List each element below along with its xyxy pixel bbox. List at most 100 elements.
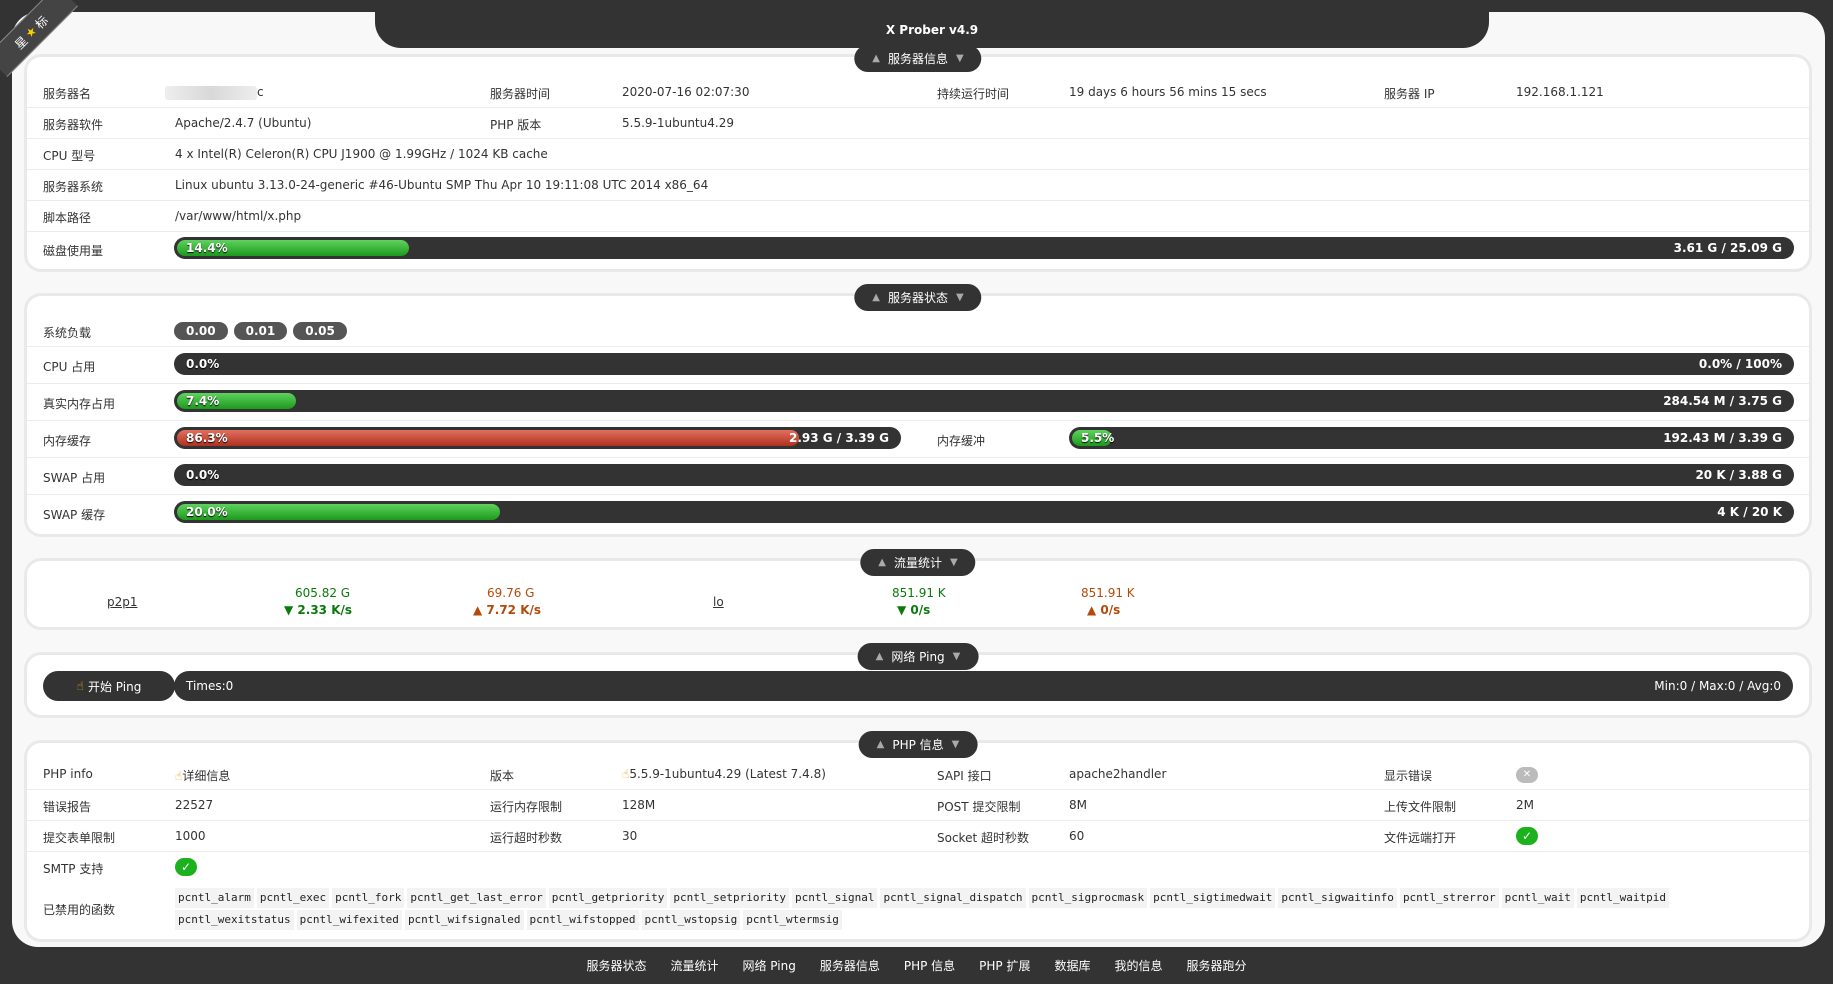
network-header[interactable]: ▲ 流量统计 ▼ xyxy=(860,549,976,576)
collapse-down-icon[interactable]: ▼ xyxy=(956,53,964,64)
disabled-function: pcntl_wifsignaled xyxy=(404,910,524,930)
ping-result-bar: Times:0 Min:0 / Max:0 / Avg:0 xyxy=(174,671,1793,701)
disabled-function: pcntl_sigprocmask xyxy=(1028,888,1148,908)
check-icon: ✓ xyxy=(1516,827,1538,845)
collapse-down-icon[interactable]: ▼ xyxy=(950,557,958,568)
cpu-model-label: CPU 型号 xyxy=(43,149,96,163)
cpu-usage-bar: 0.0% 0.0% / 100% xyxy=(174,353,1794,375)
collapse-down-icon[interactable]: ▼ xyxy=(956,292,964,303)
disabled-functions-list: pcntl_alarm pcntl_exec pcntl_fork pcntl_get… xyxy=(175,887,1793,931)
bottom-nav-link[interactable]: PHP 信息 xyxy=(892,953,967,977)
cpu-usage-pct: 0.0% xyxy=(186,357,220,371)
php-row-3: 提交表单限制 1000 运行超时秒数 30 Socket 超时秒数 60 文件远… xyxy=(27,821,1809,852)
collapse-up-icon[interactable]: ▲ xyxy=(872,53,880,64)
info-row-1: 服务器名 c 服务器时间 2020-07-16 02:07:30 持续运行时间 … xyxy=(27,77,1809,108)
mem-cache-fill xyxy=(177,430,800,446)
os-label: 服务器系统 xyxy=(43,180,104,194)
upload-max-value: 2M xyxy=(1516,798,1534,812)
start-ping-label: 开始 Ping xyxy=(87,679,142,694)
display-errors-label: 显示错误 xyxy=(1384,769,1433,783)
server-name-label: 服务器名 xyxy=(43,87,92,101)
network-card: ▲ 流量统计 ▼ p2p1 605.82 G ▼ 2.33 K/s 69.76 … xyxy=(27,549,1809,627)
php-info-header[interactable]: ▲ PHP 信息 ▼ xyxy=(858,731,978,758)
script-path-label: 脚本路径 xyxy=(43,211,92,225)
server-info-card: ▲ 服务器信息 ▼ 服务器名 c 服务器时间 2020-07-16 02:07:… xyxy=(27,45,1809,269)
disabled-function: pcntl_setpriority xyxy=(670,888,789,908)
phpinfo-link[interactable]: ☝详细信息 xyxy=(175,767,230,784)
disabled-function: pcntl_wifstopped xyxy=(526,910,639,930)
server-status-header[interactable]: ▲ 服务器状态 ▼ xyxy=(854,284,982,311)
disabled-function: pcntl_wtermsig xyxy=(743,910,842,930)
collapse-down-icon[interactable]: ▼ xyxy=(953,651,961,662)
disabled-functions-label: 已禁用的函数 xyxy=(43,903,116,917)
disabled-function: pcntl_wait xyxy=(1501,888,1574,908)
smtp-status: ✓ xyxy=(175,858,197,876)
error-report-label: 错误报告 xyxy=(43,800,92,814)
collapse-down-icon[interactable]: ▼ xyxy=(952,739,960,750)
ping-header[interactable]: ▲ 网络 Ping ▼ xyxy=(857,643,979,670)
bottom-nav-link[interactable]: 网络 Ping xyxy=(730,953,807,977)
post-max-value: 8M xyxy=(1069,798,1087,812)
server-status-card: ▲ 服务器状态 ▼ 系统负载 0.00 0.01 0.05 CPU 占用 0.0% … xyxy=(27,284,1809,534)
php-version-link[interactable]: ☝5.5.9-1ubuntu4.29 (Latest 7.4.8) xyxy=(622,767,826,781)
socket-timeout-value: 60 xyxy=(1069,829,1085,843)
php-version-value: 5.5.9-1ubuntu4.29 xyxy=(622,116,734,130)
interface-name-p2p1[interactable]: p2p1 xyxy=(107,595,138,609)
mem-cache-pct: 86.3% xyxy=(186,431,228,445)
smtp-label: SMTP 支持 xyxy=(43,862,104,876)
url-fopen-status: ✓ xyxy=(1516,827,1538,845)
collapse-up-icon[interactable]: ▲ xyxy=(872,292,880,303)
post-max-label: POST 提交限制 xyxy=(937,800,1021,814)
disabled-function: pcntl_strerror xyxy=(1399,888,1499,908)
collapse-up-icon[interactable]: ▲ xyxy=(877,739,885,750)
php-row-4: SMTP 支持 ✓ xyxy=(27,852,1809,882)
mem-cache-label: 内存缓存 xyxy=(43,434,92,448)
ping-times: Times:0 xyxy=(186,679,234,693)
url-fopen-label: 文件远端打开 xyxy=(1384,831,1457,845)
swap-cache-pct: 20.0% xyxy=(186,505,228,519)
bottom-nav-link[interactable]: 服务器信息 xyxy=(808,953,892,977)
bottom-nav-link[interactable]: 服务器状态 xyxy=(574,953,658,977)
php-row-1: PHP info ☝详细信息 版本 ☝5.5.9-1ubuntu4.29 (La… xyxy=(27,759,1809,790)
sapi-label: SAPI 接口 xyxy=(937,769,992,783)
status-row-cache: 内存缓存 86.3% 2.93 G / 3.39 G 内存缓冲 5.5% 192… xyxy=(27,421,1809,458)
mem-usage-bar: 7.4% 284.54 M / 3.75 G xyxy=(174,390,1794,412)
bottom-nav-link[interactable]: 流量统计 xyxy=(658,953,730,977)
cpu-usage-label: CPU 占用 xyxy=(43,360,96,374)
mem-cache-bar: 86.3% 2.93 G / 3.39 G xyxy=(174,427,901,449)
check-icon: ✓ xyxy=(175,858,197,876)
php-row-2: 错误报告 22527 运行内存限制 128M POST 提交限制 8M 上传文件… xyxy=(27,790,1809,821)
disk-usage-pct: 14.4% xyxy=(186,241,228,255)
section-title: 服务器状态 xyxy=(887,291,949,305)
disk-usage-bar: 14.4% 3.61 G / 25.09 G xyxy=(174,237,1794,259)
server-time-label: 服务器时间 xyxy=(490,87,551,101)
p2p1-tx-rate: ▲ 7.72 K/s xyxy=(473,603,542,617)
section-title: 网络 Ping xyxy=(891,650,945,664)
redacted-block xyxy=(165,85,257,100)
collapse-up-icon[interactable]: ▲ xyxy=(878,557,886,568)
display-errors-status: ✕ xyxy=(1516,766,1538,783)
bottom-nav-link[interactable]: 我的信息 xyxy=(1103,953,1175,977)
section-title: 服务器信息 xyxy=(887,52,949,66)
start-ping-button[interactable]: ☝ 开始 Ping xyxy=(43,671,175,701)
bottom-nav-link[interactable]: 数据库 xyxy=(1042,953,1102,977)
disabled-function: pcntl_fork xyxy=(332,888,405,908)
disabled-function: pcntl_sigwaitinfo xyxy=(1278,888,1397,908)
mem-buffer-bar: 5.5% 192.43 M / 3.39 G xyxy=(1069,427,1794,449)
uptime-label: 持续运行时间 xyxy=(937,87,1010,101)
disabled-function: pcntl_wifexited xyxy=(296,910,402,930)
server-ip-label: 服务器 IP xyxy=(1384,87,1435,101)
interface-name-lo[interactable]: lo xyxy=(713,595,724,609)
status-row-load: 系统负载 0.00 0.01 0.05 xyxy=(27,316,1809,347)
server-info-header[interactable]: ▲ 服务器信息 ▼ xyxy=(854,45,982,72)
bottom-nav-link[interactable]: PHP 扩展 xyxy=(967,953,1042,977)
error-report-value: 22527 xyxy=(175,798,214,812)
swap-cache-label: SWAP 缓存 xyxy=(43,508,106,522)
software-value: Apache/2.4.7 (Ubuntu) xyxy=(175,116,312,130)
collapse-up-icon[interactable]: ▲ xyxy=(876,651,884,662)
server-name-value: c xyxy=(165,85,264,100)
disabled-function: pcntl_wstopsig xyxy=(641,910,741,930)
bottom-nav-link[interactable]: 服务器跑分 xyxy=(1175,953,1259,977)
php-row-5: 已禁用的函数 pcntl_alarm pcntl_exec pcntl_fork pc… xyxy=(27,883,1809,935)
pointer-hand-icon: ☝ xyxy=(76,679,84,693)
